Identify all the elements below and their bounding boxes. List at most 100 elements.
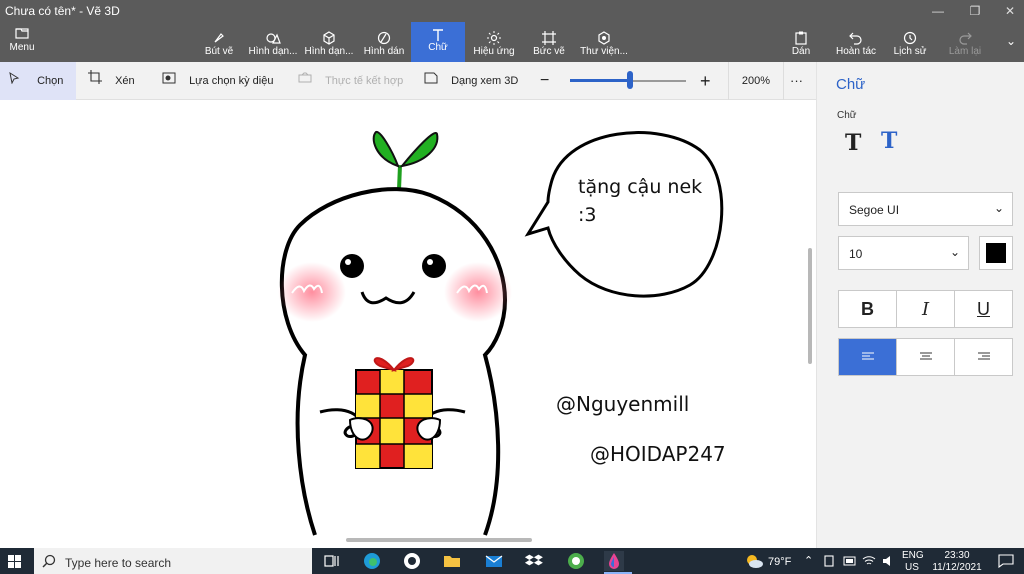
library-button[interactable]: Thư viện... <box>580 26 628 66</box>
brush-icon <box>200 26 238 46</box>
brushes-button[interactable]: Bút vẽ <box>200 26 238 66</box>
paint3d-icon[interactable] <box>604 551 624 571</box>
battery-icon[interactable] <box>843 556 857 569</box>
horizontal-scrollbar[interactable] <box>346 538 532 542</box>
align-center-icon <box>919 352 932 360</box>
redo-icon <box>946 26 984 46</box>
gift-box <box>355 357 433 469</box>
paste-button[interactable]: Dán <box>786 26 816 66</box>
file-explorer-icon[interactable] <box>442 551 462 571</box>
underline-button[interactable]: U <box>955 291 1012 327</box>
toolbar: Chọn Xén Lựa chọn kỳ diệu Thực tế kết hợ… <box>0 62 816 100</box>
zoom-in-button[interactable]: + <box>700 62 716 100</box>
text-tool-button[interactable]: Chữ <box>411 22 465 62</box>
undo-button[interactable]: Hoàn tác <box>834 26 878 66</box>
shapes2d-button[interactable]: Hình dạn... <box>248 26 298 66</box>
volume-icon[interactable] <box>882 555 896 570</box>
zoom-out-button[interactable]: − <box>540 62 554 100</box>
minimize-button[interactable]: — <box>930 3 946 19</box>
align-left-button[interactable] <box>839 339 897 375</box>
window-title: Chưa có tên* - Vẽ 3D <box>5 4 120 18</box>
speech-text-line-2[interactable]: :3 <box>578 204 597 226</box>
magic-select-tool[interactable]: Lựa chọn kỳ diệu <box>162 62 278 100</box>
text-style-buttons: B I U <box>838 290 1013 328</box>
watermark-hoidap247: @HOIDAP247 <box>590 442 726 466</box>
color-swatch <box>986 243 1006 263</box>
tray-device-icon[interactable] <box>823 554 835 571</box>
history-button[interactable]: Lịch sử <box>892 26 928 66</box>
speech-bubble <box>524 131 724 298</box>
view-3d-button[interactable]: Dạng xem 3D <box>424 62 518 100</box>
eye-left <box>340 254 364 278</box>
align-center-button[interactable] <box>897 339 955 375</box>
browser-icon[interactable] <box>566 551 586 571</box>
stickers-button[interactable]: Hình dán <box>362 26 406 66</box>
cursor-icon <box>8 62 20 100</box>
language-indicator[interactable]: ENG US <box>902 550 924 574</box>
italic-button[interactable]: I <box>897 291 955 327</box>
weather-temp[interactable]: 79°F <box>768 556 791 568</box>
notification-icon[interactable] <box>998 554 1014 571</box>
select-tool[interactable]: Chọn <box>0 62 76 100</box>
taskbar-search[interactable]: Type here to search <box>34 548 312 574</box>
crop-tool[interactable]: Xén <box>88 62 148 100</box>
plain-text-icon[interactable]: T <box>845 130 861 156</box>
text-type-label: Chữ <box>837 110 857 121</box>
vertical-scrollbar[interactable] <box>808 248 812 364</box>
search-icon <box>42 554 56 571</box>
blush-left <box>278 262 346 322</box>
mail-icon[interactable] <box>484 551 504 571</box>
steam-icon[interactable] <box>402 551 422 571</box>
menu-button[interactable]: Menu <box>4 22 40 62</box>
zoom-level[interactable]: 200% <box>728 62 784 100</box>
undo-icon <box>834 26 878 46</box>
wifi-icon[interactable] <box>862 555 876 570</box>
mixed-reality-tool[interactable]: Thực tế kết hợp <box>298 62 408 100</box>
task-view-icon[interactable] <box>322 551 342 571</box>
edge-icon[interactable] <box>362 551 382 571</box>
text-icon <box>411 22 465 42</box>
library-icon <box>580 26 628 46</box>
close-button[interactable]: ✕ <box>1002 3 1018 19</box>
history-icon <box>892 26 928 46</box>
eye-right <box>422 254 446 278</box>
text-3d-icon[interactable]: T <box>881 128 897 154</box>
align-right-icon <box>977 352 990 360</box>
maximize-button[interactable]: ❐ <box>967 3 983 19</box>
canvas-button[interactable]: Bức vẽ <box>530 26 568 66</box>
zoom-slider-thumb[interactable] <box>627 71 634 89</box>
shapes3d-button[interactable]: Hình dạn... <box>303 26 355 66</box>
speech-text-line-1[interactable]: tặng cậu nek <box>578 176 702 198</box>
panel-heading: Chữ <box>836 76 866 93</box>
font-size-select[interactable]: 10 ⌄ <box>838 236 969 270</box>
zoom-slider[interactable] <box>570 62 686 100</box>
dropbox-icon[interactable] <box>524 551 544 571</box>
canvas-icon <box>530 26 568 46</box>
character-body <box>279 187 508 536</box>
chevron-down-icon: ⌄ <box>993 201 1004 215</box>
folder-icon <box>4 22 40 42</box>
drawing-canvas[interactable]: tặng cậu nek :3 @Nguyenmill @HOIDAP247 <box>0 100 816 548</box>
effects-button[interactable]: Hiệu ứng <box>472 26 516 66</box>
text-color-picker[interactable] <box>979 236 1013 270</box>
magic-select-icon <box>162 62 176 100</box>
view-3d-icon <box>424 62 438 100</box>
font-family-select[interactable]: Segoe UI ⌄ <box>838 192 1013 226</box>
mixed-reality-icon <box>298 62 312 100</box>
watermark-nguyenmill: @Nguyenmill <box>556 392 690 416</box>
cube-icon <box>303 26 355 46</box>
taskbar: Type here to search 79°F ⌃ ENG US 23:30 … <box>0 548 1024 574</box>
weather-icon[interactable] <box>744 553 764 572</box>
align-right-button[interactable] <box>955 339 1012 375</box>
redo-button[interactable]: Làm lại <box>946 26 984 66</box>
zoom-slider-fill <box>570 79 631 82</box>
more-options-button[interactable]: ··· <box>790 62 806 100</box>
bold-button[interactable]: B <box>839 291 897 327</box>
ribbon: Menu Bút vẽ Hình dạn... Hình dạn... Hình… <box>0 22 1024 62</box>
clipboard-icon <box>786 26 816 46</box>
shapes-2d-icon <box>248 26 298 46</box>
clock[interactable]: 23:30 11/12/2021 <box>928 550 986 574</box>
chevron-up-icon[interactable]: ⌃ <box>804 554 813 567</box>
windows-start-icon[interactable] <box>8 555 21 571</box>
title-bar: Chưa có tên* - Vẽ 3D — ❐ ✕ <box>0 0 1024 22</box>
